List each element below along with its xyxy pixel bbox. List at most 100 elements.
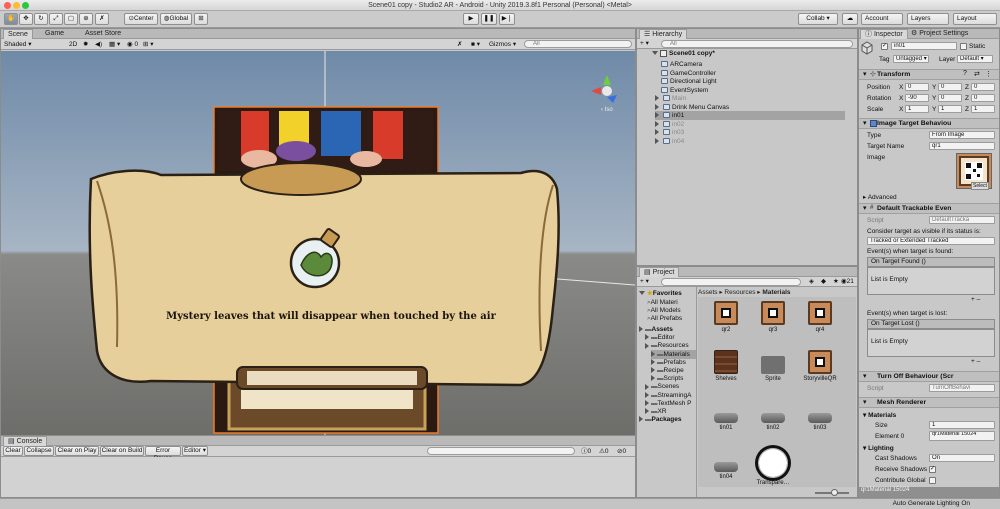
layers-dropdown[interactable]: Layers: [907, 13, 949, 25]
status-dropdown[interactable]: Tracked or Extended Tracked: [867, 237, 995, 245]
rect-tool-button[interactable]: ▢: [64, 13, 78, 25]
turnoff-script-field[interactable]: TurnOffBehavi: [929, 384, 995, 392]
gizmos-dropdown[interactable]: Gizmos ▾: [489, 40, 516, 49]
hand-tool-button[interactable]: ✋: [4, 13, 18, 25]
project-search-input[interactable]: [661, 278, 801, 286]
materials-size-field[interactable]: 1: [929, 421, 995, 429]
effects-toggle[interactable]: ▦ ▾: [109, 40, 120, 49]
hierarchy-create-button[interactable]: + ▾: [640, 39, 649, 48]
asset-item[interactable]: Transpare…: [751, 448, 795, 486]
target-name-field[interactable]: qr1: [929, 142, 995, 150]
receive-shadows-checkbox[interactable]: ✓: [929, 466, 936, 473]
expand-arrow-icon[interactable]: [651, 367, 655, 374]
console-editor-button[interactable]: Editor ▾: [182, 446, 208, 456]
expand-arrow-icon[interactable]: [655, 103, 661, 110]
pause-button[interactable]: ❚❚: [481, 13, 497, 25]
grid-toggle[interactable]: ⊞ ▾: [143, 40, 154, 49]
collab-button[interactable]: Collab ▾: [798, 13, 838, 25]
turnoff-header[interactable]: Turn Off Behaviour (Scr: [859, 371, 999, 382]
tag-dropdown[interactable]: Untagged ▾: [893, 55, 929, 63]
image-target-foldout-icon[interactable]: ▾: [863, 119, 867, 127]
expand-arrow-icon[interactable]: [655, 137, 661, 144]
transform-scale-y-field[interactable]: 1: [938, 105, 962, 113]
console-log-area[interactable]: [1, 457, 635, 497]
asset-item[interactable]: tin03: [798, 399, 842, 431]
found-add-button[interactable]: + ‒: [971, 296, 980, 303]
layout-dropdown[interactable]: Layout: [953, 13, 997, 25]
transform-position-z-field[interactable]: 0: [971, 83, 995, 91]
zoom-slider-handle[interactable]: [831, 489, 838, 496]
console-clear-on-build-button[interactable]: Clear on Build: [100, 446, 144, 456]
static-checkbox[interactable]: [960, 43, 967, 50]
scene-viewport[interactable]: ‹ Iso Mystery leaves that will disappear…: [1, 51, 635, 435]
breadcrumb-assets[interactable]: Assets: [698, 289, 718, 296]
transform-foldout-icon[interactable]: ▾: [863, 70, 867, 78]
transform-rotation-x-field[interactable]: -90: [905, 94, 929, 102]
trackable-header[interactable]: Default Trackable Even: [859, 203, 999, 214]
type-dropdown[interactable]: From Image: [929, 131, 995, 139]
account-dropdown[interactable]: Account: [861, 13, 903, 25]
expand-arrow-icon[interactable]: [645, 391, 649, 398]
preset-icon[interactable]: ⇄: [974, 70, 980, 78]
cloud-button[interactable]: ☁: [842, 13, 858, 25]
asset-item[interactable]: StoryvilleQR: [798, 350, 842, 382]
shading-mode-dropdown[interactable]: Shaded ▾: [4, 40, 32, 49]
lost-add-button[interactable]: + ‒: [971, 358, 980, 365]
materials-foldout[interactable]: ▾ Materials: [863, 411, 896, 419]
object-name-field[interactable]: in01: [891, 42, 957, 50]
console-search-input[interactable]: [427, 447, 575, 455]
favorite-button[interactable]: ★: [833, 277, 839, 286]
tab-scene[interactable]: Scene: [3, 29, 33, 39]
asset-item[interactable]: qr2: [704, 301, 748, 333]
expand-arrow-icon[interactable]: [639, 326, 643, 333]
tab-console[interactable]: ▤ Console: [3, 436, 48, 446]
expand-arrow-icon[interactable]: [651, 375, 655, 382]
tab-inspector[interactable]: ⓘ Inspector: [860, 29, 908, 39]
expand-arrow-icon[interactable]: [651, 359, 655, 366]
hidden-packages-count[interactable]: ◉21: [841, 277, 854, 286]
contribute-gi-checkbox[interactable]: [929, 477, 936, 484]
space-global-button[interactable]: ◍Global: [160, 13, 192, 25]
close-window-button[interactable]: [4, 2, 11, 9]
scale-tool-button[interactable]: ⤢: [49, 13, 63, 25]
error-count-toggle[interactable]: ⊘0: [617, 447, 626, 456]
custom-tool-button[interactable]: ✗: [95, 13, 109, 25]
transform-position-x-field[interactable]: 0: [905, 83, 929, 91]
tab-project[interactable]: ▤ Project: [639, 267, 680, 277]
expand-arrow-icon[interactable]: [655, 129, 661, 136]
asset-item[interactable]: qr4: [798, 301, 842, 333]
image-select-button[interactable]: Select: [971, 182, 989, 190]
hierarchy-item[interactable]: in04: [655, 137, 845, 146]
move-tool-button[interactable]: ✥: [19, 13, 33, 25]
asset-item[interactable]: Sprite: [751, 350, 795, 382]
hierarchy-search-input[interactable]: All: [661, 40, 853, 48]
object-active-checkbox[interactable]: ✓: [881, 43, 888, 50]
image-target-header[interactable]: Image Target Behaviou: [859, 118, 999, 129]
lighting-foldout[interactable]: ▾ Lighting: [863, 444, 894, 452]
hidden-objects-toggle[interactable]: ◉ 0: [127, 40, 138, 49]
pivot-center-button[interactable]: ⊙Center: [124, 13, 158, 25]
expand-arrow-icon[interactable]: [645, 408, 649, 415]
help-icon[interactable]: ?: [963, 70, 967, 77]
transform-rotation-y-field[interactable]: 0: [938, 94, 962, 102]
transform-rotation-z-field[interactable]: 0: [971, 94, 995, 102]
breadcrumb-materials[interactable]: Materials: [762, 289, 790, 296]
asset-item[interactable]: tin01: [704, 399, 748, 431]
expand-arrow-icon[interactable]: [645, 383, 649, 390]
tab-game[interactable]: Game: [41, 29, 68, 39]
audio-toggle[interactable]: ◀): [95, 40, 102, 49]
transform-position-y-field[interactable]: 0: [938, 83, 962, 91]
expand-arrow-icon[interactable]: [655, 120, 661, 127]
expand-arrow-icon[interactable]: [639, 416, 643, 423]
expand-arrow-icon[interactable]: [645, 400, 649, 407]
snap-settings-button[interactable]: ⊞: [194, 13, 208, 25]
favorites-section[interactable]: ★Favorites: [639, 289, 682, 298]
trackable-script-field[interactable]: DefaultTracka: [929, 216, 995, 224]
favorite-item[interactable]: ⌕All Prefabs: [647, 314, 682, 323]
tab-hierarchy[interactable]: ☰ Hierarchy: [639, 29, 688, 39]
play-button[interactable]: ▶: [463, 13, 479, 25]
asset-item[interactable]: tin04: [704, 448, 748, 480]
transform-tool-button[interactable]: ⊕: [79, 13, 93, 25]
scene-search-input[interactable]: All: [524, 40, 632, 48]
tab-asset-store[interactable]: Asset Store: [81, 29, 125, 39]
